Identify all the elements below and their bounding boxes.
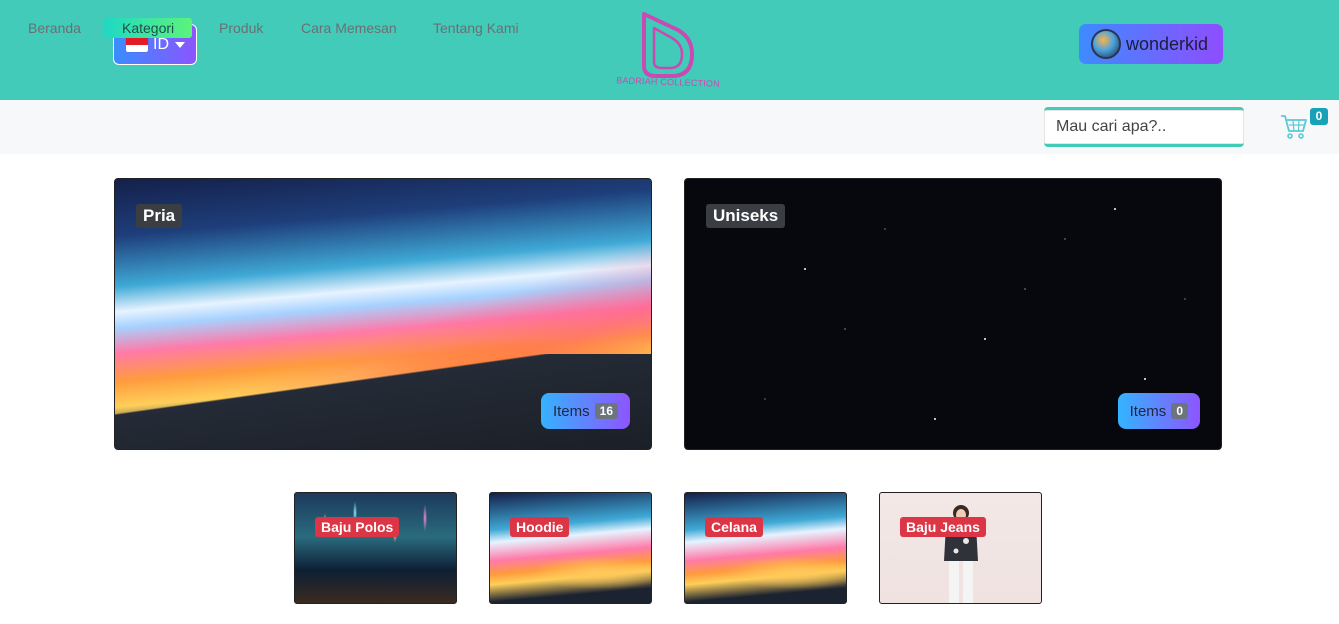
category-title: Pria — [136, 204, 183, 228]
indonesia-flag-icon — [126, 37, 148, 52]
top-header: ID BADRIAH COLLECTION wonderkid — [0, 0, 1339, 100]
nav-item-tentang-kami[interactable]: Tentang Kami — [433, 18, 519, 38]
category-card-pria[interactable]: Pria Items 16 — [114, 178, 652, 450]
subcategory-label: Baju Polos — [315, 517, 400, 537]
category-title: Uniseks — [706, 204, 786, 228]
user-menu-button[interactable]: wonderkid — [1079, 24, 1223, 64]
nav-item-kategori[interactable]: Kategori — [104, 18, 193, 38]
items-button[interactable]: Items 16 — [540, 393, 630, 429]
cart-icon[interactable] — [1279, 111, 1309, 141]
nav-item-cara-memesan[interactable]: Cara Memesan — [301, 18, 397, 38]
cart-count-badge: 0 — [1310, 108, 1328, 125]
items-label: Items — [552, 402, 590, 420]
search-input[interactable] — [1044, 107, 1244, 147]
subcategory-label: Hoodie — [510, 517, 570, 537]
subcategory-card-celana[interactable]: Celana — [684, 492, 847, 604]
items-label: Items — [1129, 402, 1167, 420]
username: wonderkid — [1126, 33, 1209, 54]
subcategory-label: Baju Jeans — [900, 517, 986, 537]
nav-item-produk[interactable]: Produk — [219, 18, 263, 38]
subcategory-card-baju-jeans[interactable]: Baju Jeans — [879, 492, 1042, 604]
items-count-badge: 0 — [1171, 403, 1188, 419]
avatar — [1091, 29, 1121, 59]
caret-down-icon — [175, 41, 185, 48]
subcategory-card-baju-polos[interactable]: Baju Polos — [294, 492, 457, 604]
items-button[interactable]: Items 0 — [1117, 393, 1200, 429]
subcategory-card-hoodie[interactable]: Hoodie — [489, 492, 652, 604]
items-count-badge: 16 — [594, 403, 618, 419]
nav-item-beranda[interactable]: Beranda — [28, 18, 81, 38]
language-code: ID — [153, 35, 169, 53]
category-card-uniseks[interactable]: Uniseks Items 0 — [684, 178, 1222, 450]
subcategory-label: Celana — [705, 517, 763, 537]
